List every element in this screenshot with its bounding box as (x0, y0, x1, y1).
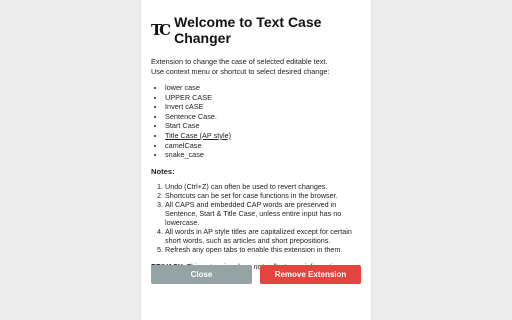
remove-extension-button[interactable]: Remove Extension (260, 265, 361, 284)
welcome-dialog: TC Welcome to Text Case Changer Extensio… (141, 0, 371, 320)
dialog-title: Welcome to Text Case Changer (174, 14, 322, 46)
case-option-start: Start Case (165, 121, 361, 131)
intro-text: Extension to change the case of selected… (151, 57, 361, 76)
notes-list: Undo (Ctrl+Z) can often be used to rever… (151, 182, 361, 255)
note-item: Shortcuts can be set for case functions … (165, 191, 361, 200)
case-option-snake: snake_case (165, 150, 361, 160)
note-item: All CAPS and embedded CAP words are pres… (165, 200, 361, 227)
note-item: Refresh any open tabs to enable this ext… (165, 245, 361, 254)
close-button[interactable]: Close (151, 265, 252, 284)
case-option-upper: UPPER CASE (165, 93, 361, 103)
case-option-sentence: Sentence Case. (165, 112, 361, 122)
case-option-invert: Invert cASE (165, 102, 361, 112)
intro-line-1: Extension to change the case of selected… (151, 57, 328, 66)
dialog-header: TC Welcome to Text Case Changer (151, 14, 361, 46)
title-case-ap-style-link[interactable]: Title Case (AP style) (165, 131, 231, 140)
text-case-changer-logo-icon: TC (151, 21, 171, 39)
case-options-list: lower case UPPER CASE Invert cASE Senten… (151, 83, 361, 160)
note-item: Undo (Ctrl+Z) can often be used to rever… (165, 182, 361, 191)
case-option-title-ap-item: Title Case (AP style) (165, 131, 361, 141)
note-item: All words in AP style titles are capital… (165, 227, 361, 245)
case-option-lower: lower case (165, 83, 361, 93)
notes-heading: Notes: (151, 166, 175, 176)
intro-line-2: Use context menu or shortcut to select d… (151, 66, 330, 76)
case-option-camel: camelCase (165, 141, 361, 151)
dialog-buttons: Close Remove Extension (151, 265, 361, 284)
